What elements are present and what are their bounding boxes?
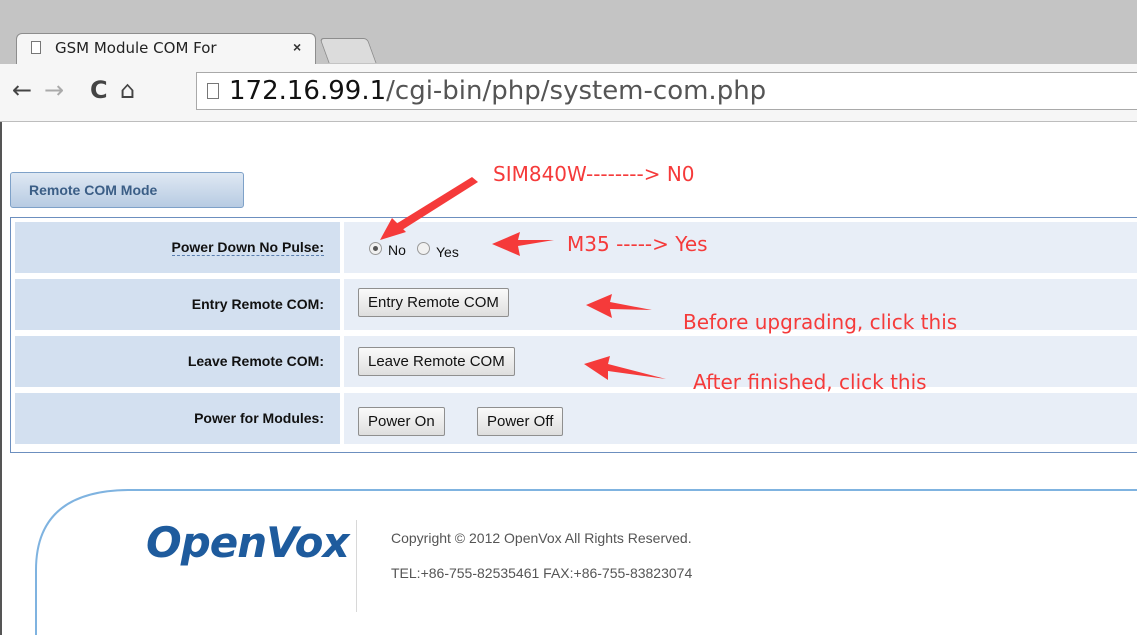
annotation-after-finished: After finished, click this	[693, 370, 927, 394]
power-off-button[interactable]: Power Off	[477, 407, 564, 436]
url-text: 172.16.99.1/cgi-bin/php/system-com.php	[229, 76, 766, 106]
page-icon	[31, 41, 41, 54]
mode-tab-label: Remote COM Mode	[29, 182, 158, 198]
label-cell: Power Down No Pulse:	[15, 222, 340, 273]
home-icon[interactable]: ⌂	[120, 76, 135, 104]
entry-remote-com-label: Entry Remote COM:	[191, 296, 324, 312]
radio-yes[interactable]	[417, 242, 430, 255]
browser-tab[interactable]: GSM Module COM For ×	[16, 33, 316, 64]
openvox-logo: OpenVox	[146, 518, 350, 567]
new-tab-button[interactable]	[319, 38, 377, 63]
browser-tabstrip: GSM Module COM For ×	[0, 0, 1137, 64]
forward-icon[interactable]: →	[44, 76, 64, 104]
address-bar[interactable]: 172.16.99.1/cgi-bin/php/system-com.php	[196, 72, 1137, 110]
label-cell: Power for Modules:	[15, 393, 340, 444]
entry-remote-com-button[interactable]: Entry Remote COM	[358, 288, 509, 317]
page-icon	[207, 83, 219, 99]
browser-toolbar: ← → C ⌂ 172.16.99.1/cgi-bin/php/system-c…	[0, 64, 1137, 122]
annotation-m35: M35 -----> Yes	[567, 232, 708, 256]
footer-copyright: Copyright © 2012 OpenVox All Rights Rese…	[391, 530, 692, 546]
annotation-sim840w: SIM840W--------> N0	[493, 162, 695, 186]
radio-yes-label: Yes	[436, 244, 459, 260]
back-icon[interactable]: ←	[12, 76, 32, 104]
label-cell: Entry Remote COM:	[15, 279, 340, 330]
value-cell: No Yes	[344, 222, 1137, 273]
radio-no-label: No	[388, 242, 406, 258]
remote-com-mode-tab[interactable]: Remote COM Mode	[10, 172, 244, 208]
value-cell: Power On Power Off	[344, 393, 1137, 444]
footer-divider	[356, 520, 357, 612]
row-leave-remote-com: Leave Remote COM: Leave Remote COM	[15, 336, 1137, 389]
tab-title: GSM Module COM For	[55, 39, 217, 57]
footer-contact: TEL:+86-755-82535461 FAX:+86-755-8382307…	[391, 565, 693, 581]
row-entry-remote-com: Entry Remote COM: Entry Remote COM	[15, 279, 1137, 332]
label-cell: Leave Remote COM:	[15, 336, 340, 387]
leave-remote-com-button[interactable]: Leave Remote COM	[358, 347, 515, 376]
tab-close-icon[interactable]: ×	[293, 39, 301, 55]
power-for-modules-label: Power for Modules:	[194, 410, 324, 426]
power-on-button[interactable]: Power On	[358, 407, 445, 436]
url-path: /cgi-bin/php/system-com.php	[386, 76, 767, 106]
annotation-before-upgrading: Before upgrading, click this	[683, 310, 958, 334]
row-power-for-modules: Power for Modules: Power On Power Off	[15, 393, 1137, 446]
url-host: 172.16.99.1	[229, 76, 387, 106]
leave-remote-com-label: Leave Remote COM:	[187, 353, 324, 369]
reload-icon[interactable]: C	[90, 76, 108, 104]
power-down-no-pulse-label: Power Down No Pulse:	[171, 239, 324, 256]
radio-no[interactable]	[369, 242, 382, 255]
